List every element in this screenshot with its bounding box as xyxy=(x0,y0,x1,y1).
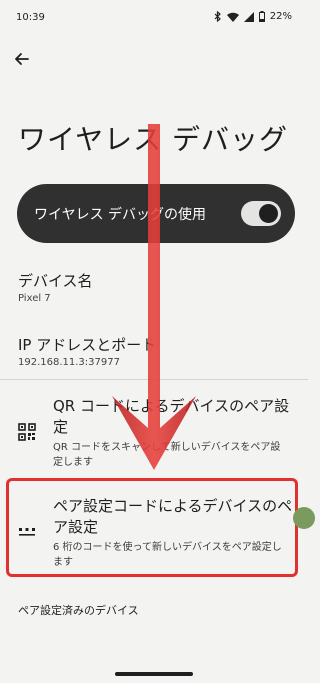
home-indicator[interactable] xyxy=(115,672,193,676)
qr-code-icon xyxy=(18,423,36,441)
status-icons: 22% xyxy=(214,11,292,22)
wireless-debugging-toggle[interactable] xyxy=(241,201,281,226)
ip-port-title: IP アドレスとポート xyxy=(18,336,157,354)
wifi-icon xyxy=(226,12,239,22)
battery-percent: 22% xyxy=(269,11,292,22)
status-bar: 10:39 22% xyxy=(0,0,308,36)
pair-with-qr-code-description: QR コードをスキャンして新しいデバイスをペア設定します xyxy=(53,442,281,468)
divider xyxy=(0,379,308,380)
toggle-knob xyxy=(259,204,278,223)
edge-circle-icon xyxy=(293,507,315,529)
pair-with-qr-code-title: QR コードによるデバイスのペア設定 xyxy=(53,397,290,436)
ip-port-value: 192.168.11.3:37977 xyxy=(18,357,120,368)
device-name-title: デバイス名 xyxy=(18,272,93,290)
status-time: 10:39 xyxy=(16,12,45,23)
pair-with-qr-code-item[interactable]: QR コードによるデバイスのペア設定 QR コードをスキャンして新しいデバイスを… xyxy=(0,390,308,474)
arrow-back-icon[interactable] xyxy=(12,49,32,69)
wireless-debugging-switch-label: ワイヤレス デバッグの使用 xyxy=(34,207,207,223)
battery-icon xyxy=(258,11,265,22)
wireless-debugging-switch-row[interactable]: ワイヤレス デバッグの使用 xyxy=(17,184,295,243)
device-name-value: Pixel 7 xyxy=(18,293,51,304)
paired-devices-header: ペア設定済みのデバイス xyxy=(18,604,139,617)
bluetooth-icon xyxy=(214,11,221,22)
signal-icon xyxy=(243,11,254,22)
highlight-box xyxy=(6,478,298,577)
page-title: ワイヤレス デバッグ xyxy=(18,123,289,156)
